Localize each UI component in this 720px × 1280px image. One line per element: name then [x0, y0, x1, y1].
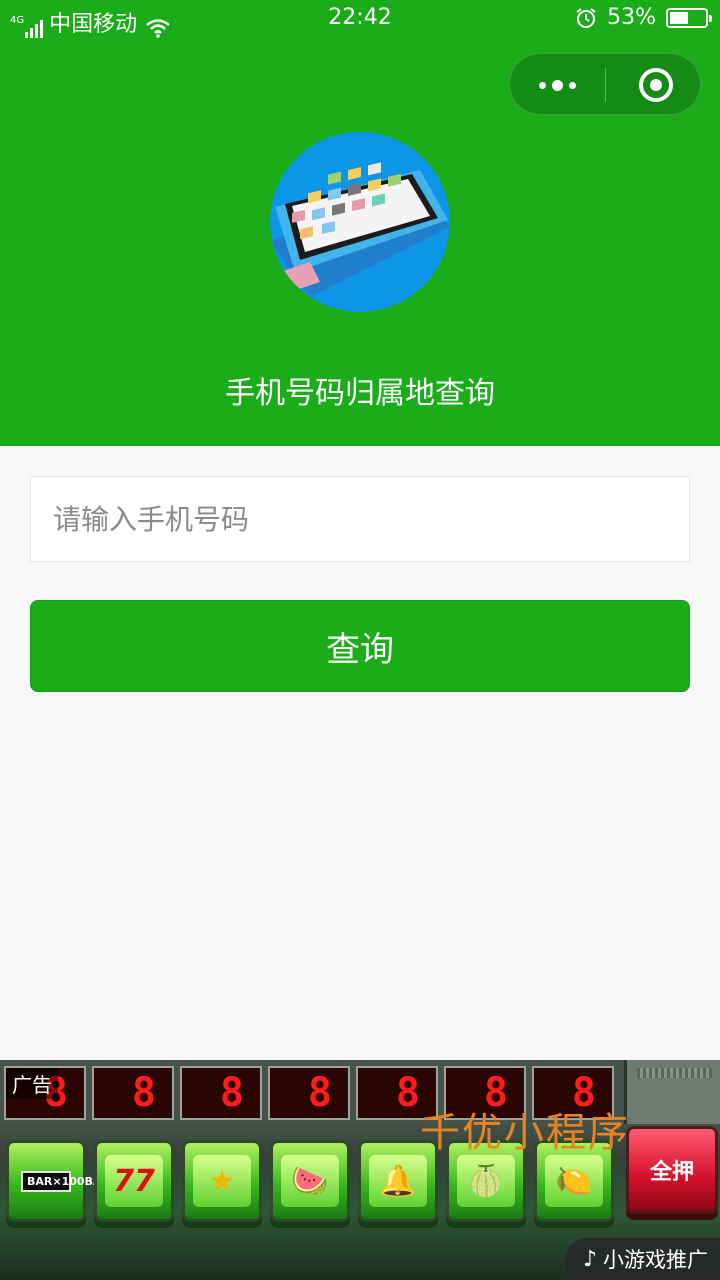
battery-percent: 53%	[607, 5, 656, 30]
ad-label: 广告	[6, 1068, 58, 1099]
slot-melon-button: 🍈	[446, 1140, 526, 1222]
capsule-divider	[605, 68, 606, 102]
bar-symbol-icon: BAR×100BAR	[21, 1170, 110, 1192]
ad-grille	[624, 1060, 720, 1124]
query-button[interactable]: 查询	[30, 600, 690, 692]
phone-logo	[270, 132, 450, 312]
battery-fill	[670, 11, 689, 24]
mini-game-promo[interactable]: ♪ 小游戏推广	[564, 1238, 720, 1280]
page-title: 手机号码归属地查询	[225, 376, 495, 411]
led-digit: 8	[444, 1066, 526, 1120]
bell-icon: 🔔	[369, 1155, 427, 1207]
slot-star-button: ★	[182, 1140, 262, 1222]
slot-bar-button: BAR×100BAR	[6, 1140, 110, 1222]
sevens-icon: 77	[105, 1155, 163, 1207]
target-circle-icon[interactable]	[639, 68, 673, 102]
slot-77-button: 77	[94, 1140, 174, 1222]
phone-illustration-icon	[270, 162, 450, 297]
status-right: 53%	[575, 5, 712, 30]
battery-icon	[666, 7, 712, 28]
watermelon-icon: 🍉	[281, 1155, 339, 1207]
all-bet-button: 全押	[626, 1126, 718, 1214]
led-digit: 8	[356, 1066, 438, 1120]
slot-bell-button: 🔔	[358, 1140, 438, 1222]
ad-banner[interactable]: 8 8 8 8 8 8 8 BAR×100BAR 77 ★ 🍉 🔔 🍈 🍋 全押…	[0, 1060, 720, 1280]
status-bar: 4G 中国移动 22:42 53%	[0, 0, 720, 38]
led-digit: 8	[92, 1066, 174, 1120]
star-icon: ★	[193, 1155, 251, 1207]
lemon-icon: 🍋	[545, 1155, 603, 1207]
promo-label: 小游戏推广	[603, 1248, 708, 1272]
led-digit: 8	[268, 1066, 350, 1120]
led-digit: 8	[532, 1066, 614, 1120]
miniprogram-capsule	[509, 53, 701, 115]
melon-icon: 🍈	[457, 1155, 515, 1207]
phone-number-input[interactable]	[30, 476, 690, 562]
alarm-icon	[576, 7, 596, 28]
slot-lemon-button: 🍋	[534, 1140, 614, 1222]
miniprogram-link-icon: ♪	[582, 1246, 597, 1272]
app-header: 手机号码归属地查询	[0, 38, 720, 446]
slot-watermelon-button: 🍉	[270, 1140, 350, 1222]
led-digit: 8	[180, 1066, 262, 1120]
more-dots-icon[interactable]	[510, 54, 605, 116]
